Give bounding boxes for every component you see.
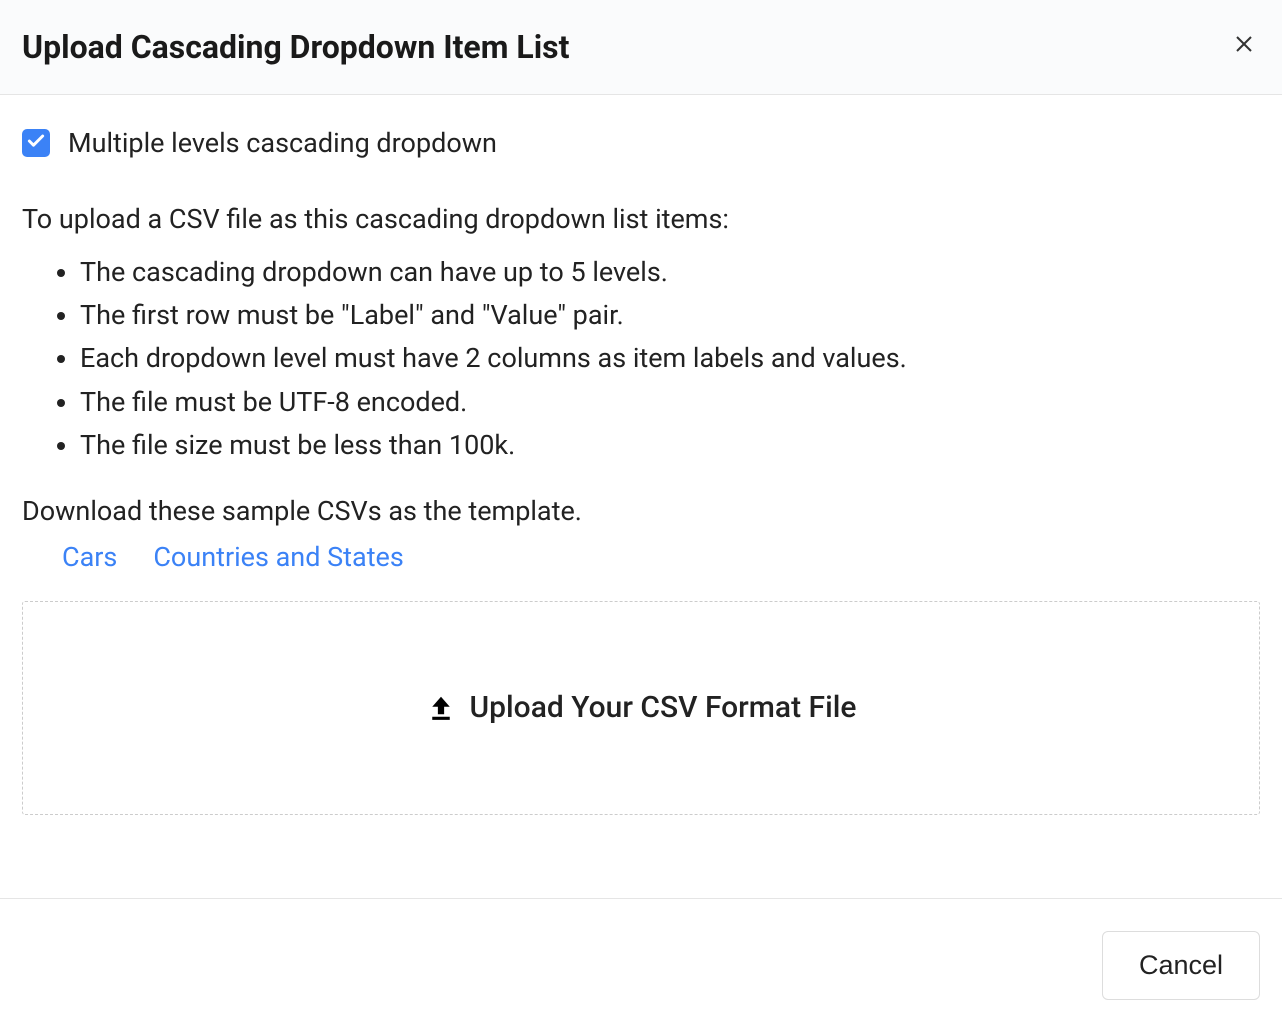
cancel-button[interactable]: Cancel bbox=[1102, 931, 1260, 1000]
download-intro: Download these sample CSVs as the templa… bbox=[22, 495, 1260, 527]
download-link-cars[interactable]: Cars bbox=[62, 541, 117, 573]
close-button[interactable] bbox=[1228, 31, 1260, 63]
checkbox-row: Multiple levels cascading dropdown bbox=[22, 127, 1260, 159]
download-link-countries-states[interactable]: Countries and States bbox=[153, 541, 403, 573]
check-icon bbox=[26, 131, 46, 155]
upload-area-label: Upload Your CSV Format File bbox=[470, 690, 857, 725]
instruction-item: The cascading dropdown can have up to 5 … bbox=[80, 251, 1260, 294]
multiple-levels-checkbox-label: Multiple levels cascading dropdown bbox=[68, 127, 497, 159]
instruction-intro: To upload a CSV file as this cascading d… bbox=[22, 203, 1260, 235]
instruction-list: The cascading dropdown can have up to 5 … bbox=[22, 251, 1260, 467]
download-links: Cars Countries and States bbox=[22, 541, 1260, 573]
multiple-levels-checkbox[interactable] bbox=[22, 129, 50, 157]
modal-footer: Cancel bbox=[0, 898, 1282, 1032]
modal-title: Upload Cascading Dropdown Item List bbox=[22, 28, 569, 66]
modal-body: Multiple levels cascading dropdown To up… bbox=[0, 95, 1282, 837]
modal-header: Upload Cascading Dropdown Item List bbox=[0, 0, 1282, 95]
close-icon bbox=[1232, 32, 1256, 63]
upload-drop-area[interactable]: Upload Your CSV Format File bbox=[22, 601, 1260, 815]
upload-icon bbox=[426, 693, 456, 723]
instruction-item: The first row must be "Label" and "Value… bbox=[80, 294, 1260, 337]
instruction-item: The file must be UTF-8 encoded. bbox=[80, 381, 1260, 424]
instruction-item: The file size must be less than 100k. bbox=[80, 424, 1260, 467]
instruction-item: Each dropdown level must have 2 columns … bbox=[80, 337, 1260, 380]
